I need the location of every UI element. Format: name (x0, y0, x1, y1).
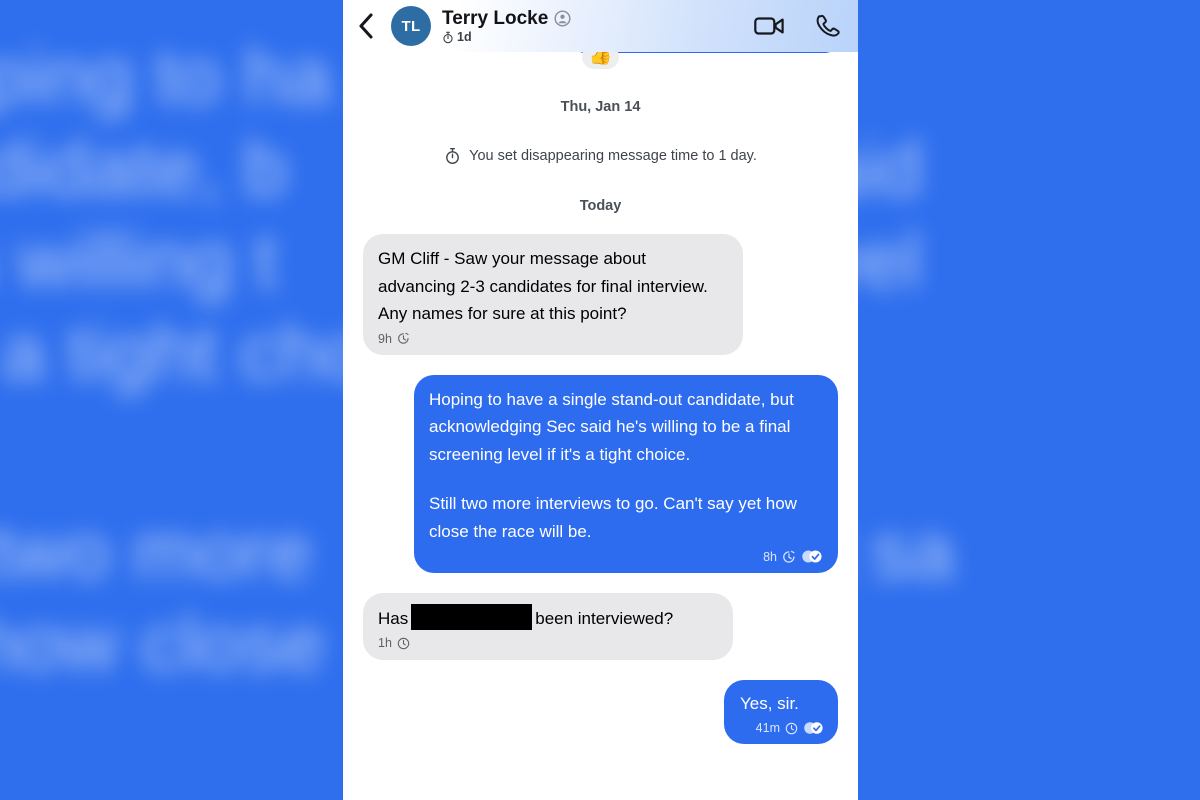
chat-header: TL Terry Locke 1d (343, 0, 858, 52)
message-row-incoming-2: Has been interviewed? 1h (363, 592, 838, 660)
message-paragraph-1: Hoping to have a single stand-out candid… (429, 389, 794, 464)
avatar[interactable]: TL (391, 6, 431, 46)
message-bubble-outgoing[interactable]: Hoping to have a single stand-out candid… (414, 374, 838, 573)
date-separator-thu-jan-14: Thu, Jan 14 (560, 99, 641, 115)
message-bubble-incoming-redacted[interactable]: Has been interviewed? 1h (363, 592, 733, 660)
message-time: 8h (763, 549, 777, 564)
reaction-row: 👍 (363, 52, 839, 69)
system-message-text: You set disappearing message time to 1 d… (469, 148, 757, 164)
back-button[interactable] (357, 11, 383, 41)
reaction-thumbs-up[interactable]: 👍 (581, 52, 620, 69)
profile-badge-icon (554, 9, 571, 27)
phone-icon (816, 14, 840, 37)
message-row-incoming-1: GM Cliff - Saw your message about advanc… (363, 234, 838, 355)
read-receipt-double-check-icon (802, 550, 822, 563)
voice-call-button[interactable] (815, 13, 842, 40)
message-time: 41m (755, 721, 780, 736)
message-row-outgoing-2: Yes, sir. 41m (363, 679, 838, 745)
redacted-text-before: Has (378, 608, 409, 628)
message-time: 9h (378, 331, 392, 346)
stopwatch-icon (446, 148, 460, 164)
video-call-button[interactable] (754, 14, 785, 38)
message-bubble-incoming[interactable]: GM Cliff - Saw your message about advanc… (363, 234, 743, 355)
message-row-outgoing-1: Hoping to have a single stand-out candid… (363, 374, 838, 573)
message-text: GM Cliff - Saw your message about advanc… (378, 249, 708, 324)
header-contact-info: Terry Locke 1d (442, 9, 754, 44)
message-meta: 41m (740, 718, 824, 738)
contact-name-row[interactable]: Terry Locke (442, 9, 754, 28)
message-paragraph-2: Still two more interviews to go. Can't s… (429, 494, 797, 541)
date-separator-today: Today (579, 198, 622, 214)
message-meta: 1h (378, 633, 718, 653)
video-camera-icon (754, 17, 784, 35)
message-bubble-outgoing-short[interactable]: Yes, sir. 41m (724, 679, 838, 745)
redaction-block (411, 603, 533, 630)
chat-panel: TL Terry Locke 1d 👍 Thu, Jan 14 You set … (343, 0, 858, 800)
message-time: 1h (378, 636, 392, 651)
message-text-redacted: Has been interviewed? (378, 603, 718, 633)
redacted-text-after: been interviewed? (535, 608, 674, 628)
message-meta: 9h (378, 329, 728, 349)
stopwatch-icon (443, 31, 453, 43)
system-message-row: You set disappearing message time to 1 d… (363, 147, 838, 165)
chevron-left-icon (359, 13, 373, 39)
contact-name: Terry Locke (442, 7, 549, 29)
message-list[interactable]: 👍 Thu, Jan 14 You set disappearing messa… (343, 52, 858, 800)
clock-icon (397, 637, 410, 650)
bg-line-6: t how close (0, 599, 326, 688)
read-receipt-double-check-icon (804, 722, 823, 734)
disappearing-timer-icon (398, 332, 409, 344)
bg-line-4: s a tight cho (1, 308, 368, 397)
message-meta: 8h (429, 547, 823, 567)
header-actions (754, 13, 842, 40)
disappearing-timer-indicator: 1d (442, 31, 754, 44)
message-text: Yes, sir. (740, 693, 799, 713)
disappearing-timer-value: 1d (457, 29, 472, 44)
clock-icon (785, 722, 798, 734)
disappearing-timer-icon (783, 550, 795, 563)
